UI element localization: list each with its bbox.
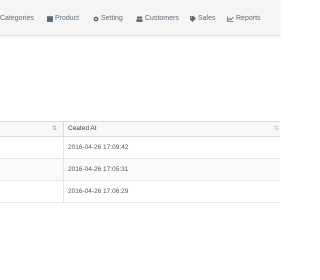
column-divider	[63, 181, 64, 202]
nav-item-reports[interactable]: Reports	[227, 13, 261, 25]
nav-item-categories[interactable]: Categories	[0, 13, 34, 25]
nav-item-label: Reports	[236, 15, 261, 22]
sort-icon[interactable]: ⇅	[274, 125, 279, 132]
column-divider	[63, 159, 64, 180]
table-header: ⇅ Ceated At ⇅	[0, 121, 280, 137]
nav-item-product[interactable]: Product	[47, 13, 79, 25]
column-header-created-at[interactable]: Ceated At	[68, 122, 97, 136]
gear-icon	[93, 16, 99, 22]
created-at-cell: 2016-04-26 17:06:29	[68, 188, 129, 195]
nav-item-setting[interactable]: Setting	[93, 13, 123, 25]
data-table: ⇅ Ceated At ⇅ 2016-04-26 17:09:42 2016-0…	[0, 121, 280, 203]
created-at-cell: 2016-04-26 17:09:42	[68, 144, 129, 151]
column-divider	[63, 122, 64, 136]
table-row[interactable]: 2016-04-26 17:06:29	[0, 181, 280, 203]
table-row[interactable]: 2016-04-26 17:09:42	[0, 137, 280, 159]
table-row[interactable]: 2016-04-26 17:05:31	[0, 159, 280, 181]
users-icon	[136, 16, 143, 22]
nav-item-label: Customers	[145, 15, 179, 22]
line-chart-icon	[227, 16, 234, 22]
nav-item-label: Categories	[0, 15, 34, 22]
column-divider	[63, 137, 64, 158]
sort-icon[interactable]: ⇅	[52, 125, 57, 132]
top-navbar: Categories Product Setting Customers Sal…	[0, 0, 280, 36]
nav-item-label: Product	[55, 15, 80, 22]
nav-item-sales[interactable]: Sales	[190, 13, 216, 25]
nav-item-customers[interactable]: Customers	[136, 13, 179, 25]
box-icon	[47, 16, 53, 22]
nav-item-label: Setting	[101, 15, 123, 22]
nav-item-label: Sales	[198, 15, 216, 22]
created-at-cell: 2016-04-26 17:05:31	[68, 166, 129, 173]
tag-icon	[190, 16, 196, 22]
